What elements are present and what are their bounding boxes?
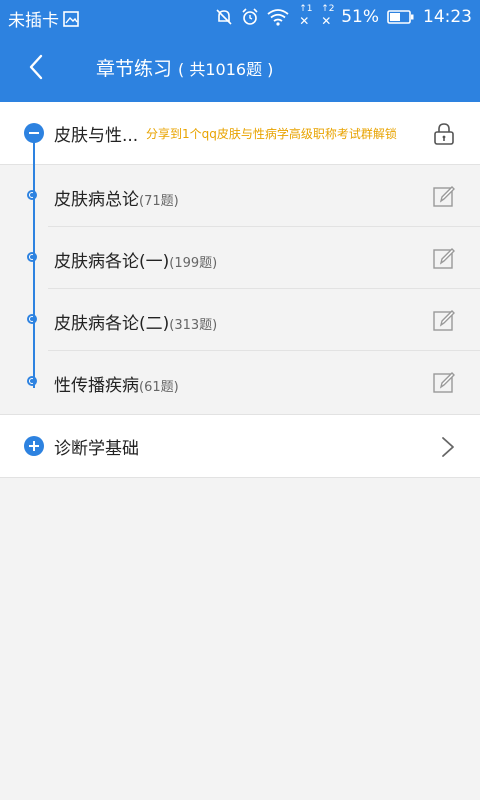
list-item-label: 皮肤病总论(71题) <box>54 185 179 210</box>
list-item[interactable]: 皮肤病各论(二)(313题) <box>0 289 480 351</box>
edit-icon[interactable] <box>432 184 456 208</box>
edit-icon[interactable] <box>432 308 456 332</box>
chevron-left-icon <box>29 54 43 80</box>
list-item-label: 性传播疾病(61题) <box>54 371 179 396</box>
question-total: ( 共1016题 ) <box>178 60 274 79</box>
sim2-signal-icon: ↑2 ✕ <box>321 4 335 28</box>
page-title: 章节练习 ( 共1016题 ) <box>96 54 273 81</box>
chapter-group-header[interactable]: 皮肤与性... 分享到1个qq皮肤与性病学高级职称考试群解锁 <box>0 102 480 165</box>
status-left: 未插卡 <box>8 6 79 31</box>
chapter-group-title: 诊断学基础 <box>54 439 139 459</box>
list-item-label: 皮肤病各论(一)(199题) <box>54 247 217 272</box>
list-item[interactable]: 皮肤病各论(一)(199题) <box>0 227 480 289</box>
item-name: 皮肤病各论(一) <box>54 252 170 272</box>
status-right: ↑1 ✕ ↑2 ✕ 51% 14:23 <box>215 4 472 28</box>
chevron-right-icon[interactable] <box>438 435 458 459</box>
list-item-label: 皮肤病各论(二)(313题) <box>54 309 217 334</box>
expand-icon[interactable] <box>24 436 44 456</box>
edit-icon[interactable] <box>432 370 456 394</box>
timeline-line <box>33 142 35 388</box>
item-name: 皮肤病总论 <box>54 190 139 210</box>
image-icon <box>63 10 79 27</box>
item-count: (61题) <box>139 380 179 395</box>
wifi-icon <box>267 8 289 26</box>
item-count: (313题) <box>169 318 218 333</box>
timeline-dot <box>27 376 37 386</box>
share-unlock-tip[interactable]: 分享到1个qq皮肤与性病学高级职称考试群解锁 <box>146 125 397 142</box>
item-count: (199题) <box>169 256 218 271</box>
lock-icon[interactable] <box>432 122 456 146</box>
list-item[interactable]: 皮肤病总论(71题) <box>0 165 480 227</box>
sim1-signal-icon: ↑1 ✕ <box>299 4 313 28</box>
back-button[interactable] <box>22 52 52 82</box>
clock: 14:23 <box>423 7 472 27</box>
mute-icon <box>215 8 233 26</box>
item-name: 皮肤病各论(二) <box>54 314 170 334</box>
timeline-dot <box>27 252 37 262</box>
battery-percent: 51% <box>341 7 379 27</box>
timeline-dot <box>27 314 37 324</box>
chapter-group-header[interactable]: 诊断学基础 <box>0 414 480 478</box>
page-title-text: 章节练习 <box>96 58 173 80</box>
battery-icon <box>387 9 415 25</box>
status-bar: 未插卡 ↑1 ✕ ↑2 ✕ 51% 14:23 <box>0 0 480 34</box>
list-item[interactable]: 性传播疾病(61题) <box>0 351 480 413</box>
carrier-label: 未插卡 <box>8 11 59 31</box>
chapter-sub-list: 皮肤病总论(71题) 皮肤病各论(一)(199题) 皮肤病各论(二)(313题)… <box>0 165 480 414</box>
collapse-icon[interactable] <box>24 123 44 143</box>
title-bar: 章节练习 ( 共1016题 ) <box>0 34 480 102</box>
item-count: (71题) <box>139 194 179 209</box>
chapter-group-title: 皮肤与性... <box>54 126 139 146</box>
timeline-dot <box>27 190 37 200</box>
edit-icon[interactable] <box>432 246 456 270</box>
alarm-icon <box>241 8 259 26</box>
item-name: 性传播疾病 <box>54 376 139 396</box>
